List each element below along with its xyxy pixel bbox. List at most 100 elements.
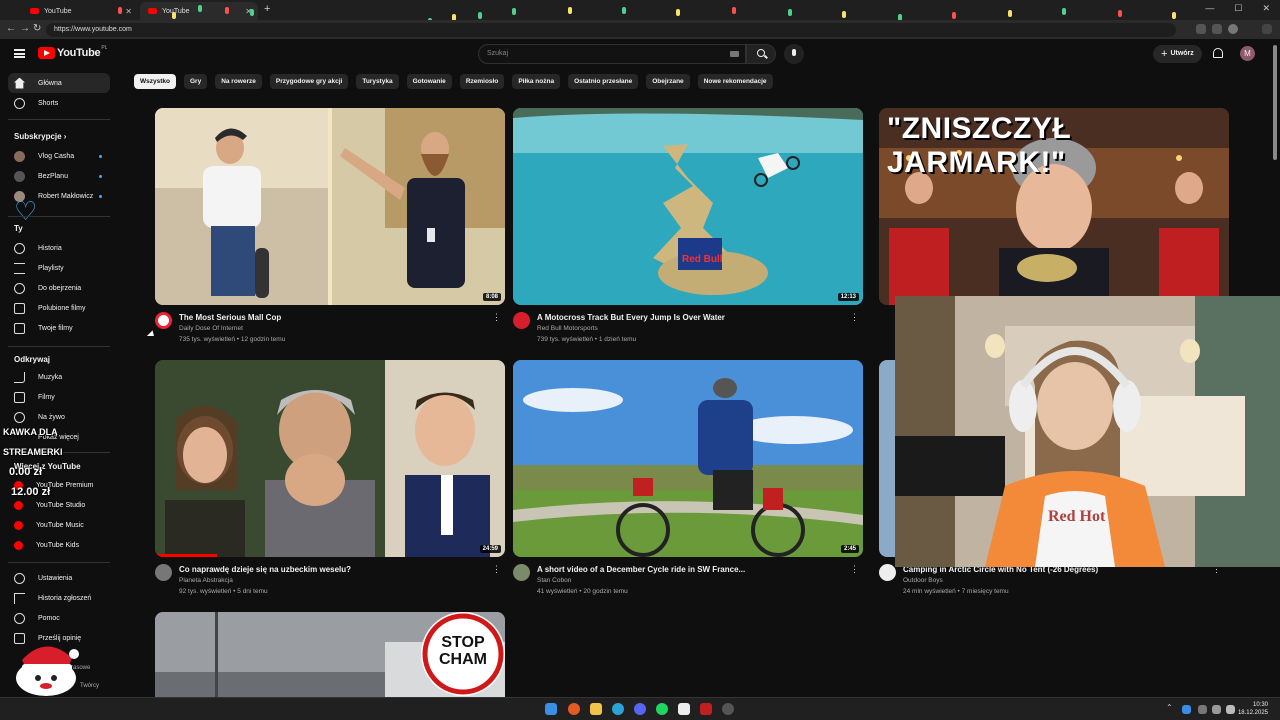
back-arrow-icon[interactable]: ← — [6, 23, 16, 34]
volume-icon[interactable] — [1226, 705, 1235, 714]
sidebar-item-playlists[interactable]: Playlisty — [8, 258, 110, 278]
close-tab-icon[interactable]: ✕ — [125, 7, 132, 16]
video-thumbnail[interactable]: "ZNISZCZYŁ JARMARK!" — [879, 108, 1229, 305]
more-actions-icon[interactable]: ⋮ — [492, 564, 501, 575]
chip-cycling[interactable]: Na rowerze — [215, 74, 262, 89]
tray-app-icon[interactable] — [1182, 705, 1191, 714]
url-field[interactable]: https://www.youtube.com — [46, 23, 1176, 37]
voice-search-mic-icon[interactable] — [784, 44, 804, 64]
edge-browser-icon[interactable] — [612, 703, 624, 715]
notifications-bell-icon[interactable] — [1213, 48, 1223, 58]
video-card[interactable]: Red Bull 12:13 A Motocross Track But Eve… — [513, 108, 863, 352]
video-thumbnail[interactable]: 8:08 — [155, 108, 505, 305]
chip-games[interactable]: Gry — [183, 74, 208, 89]
channel-avatar[interactable] — [155, 564, 172, 581]
video-title[interactable]: Co naprawdę dzieje się na uzbeckim wesel… — [179, 565, 351, 574]
chip-crafts[interactable]: Rzemiosło — [459, 74, 505, 89]
extension-icon[interactable] — [1196, 24, 1206, 34]
channel-avatar[interactable] — [155, 312, 172, 329]
sidebar-item-music-app[interactable]: YouTube Music — [8, 515, 110, 535]
sidebar-item-report-history[interactable]: Historia zgłoszeń — [8, 588, 110, 608]
channel-name[interactable]: Stan Cobon — [537, 577, 571, 584]
channel-avatar[interactable] — [879, 564, 896, 581]
new-tab-button[interactable]: + — [264, 3, 270, 15]
video-title[interactable]: A Motocross Track But Every Jump Is Over… — [537, 313, 725, 322]
sidebar-item-liked[interactable]: Polubione filmy — [8, 298, 110, 318]
reload-icon[interactable]: ↻ — [33, 23, 41, 34]
discord-icon[interactable] — [634, 703, 646, 715]
chip-watched[interactable]: Obejrzane — [646, 74, 690, 89]
file-explorer-icon[interactable] — [590, 703, 602, 715]
browser-menu-icon[interactable] — [1262, 24, 1272, 34]
windows-start-icon[interactable] — [545, 703, 557, 715]
menu-hamburger-icon[interactable] — [14, 49, 25, 58]
profile-icon[interactable] — [1228, 24, 1238, 34]
video-card[interactable]: 24:59 Co naprawdę dzieje się na uzbeckim… — [155, 360, 505, 604]
video-card[interactable]: 8:08 The Most Serious Mall Cop Daily Dos… — [155, 108, 505, 352]
chip-hiking[interactable]: Turystyka — [356, 74, 399, 89]
video-thumbnail[interactable]: Red Bull 12:13 — [513, 108, 863, 305]
search-input[interactable]: Szukaj — [478, 44, 746, 64]
chip-recently-uploaded[interactable]: Ostatnio przesłane — [568, 74, 639, 89]
close-window-icon[interactable]: ✕ — [1262, 3, 1270, 14]
keyboard-icon[interactable] — [730, 51, 739, 57]
sidebar-item-history[interactable]: Historia — [8, 238, 110, 258]
browser-tab-1[interactable]: YouTube ✕ — [22, 2, 138, 20]
notes-icon[interactable] — [678, 703, 690, 715]
account-avatar[interactable]: M — [1240, 46, 1255, 61]
video-card[interactable]: 2:45 A short video of a December Cycle r… — [513, 360, 863, 604]
forward-arrow-icon[interactable]: → — [20, 23, 30, 34]
video-card[interactable]: "ZNISZCZYŁ JARMARK!" — [879, 108, 1229, 305]
streaming-app-icon[interactable] — [700, 703, 712, 715]
chip-new-recommendations[interactable]: Nowe rekomendacje — [697, 74, 773, 89]
channel-name[interactable]: Daily Dose Of Internet — [179, 325, 243, 332]
sidebar-item-home[interactable]: Główna — [8, 73, 110, 93]
video-card[interactable]: STOP CHAM — [155, 612, 505, 697]
minimize-window-icon[interactable]: — — [1205, 3, 1214, 14]
page-scrollbar[interactable] — [1273, 45, 1277, 160]
chip-action-adventure[interactable]: Przygodowe gry akcji — [269, 74, 349, 89]
sidebar-item-movies[interactable]: Filmy — [8, 387, 110, 407]
sidebar-item-subscription[interactable]: BezPlanu — [8, 166, 110, 186]
create-button[interactable]: + Utwórz — [1153, 45, 1202, 63]
search-button[interactable] — [746, 44, 776, 64]
video-thumbnail[interactable]: 2:45 — [513, 360, 863, 557]
channel-avatar[interactable] — [513, 564, 530, 581]
sidebar-item-watch-later[interactable]: Do obejrzenia — [8, 278, 110, 298]
firefox-icon[interactable] — [568, 703, 580, 715]
more-actions-icon[interactable]: ⋮ — [850, 312, 859, 323]
sidebar-item-your-videos[interactable]: Twoje filmy — [8, 318, 110, 338]
spotify-icon[interactable] — [656, 703, 668, 715]
more-actions-icon[interactable]: ⋮ — [492, 312, 501, 323]
channel-avatar[interactable] — [513, 312, 530, 329]
taskbar-clock[interactable]: 10:30 18.12.2025 — [1238, 701, 1268, 717]
channel-name[interactable]: Red Bull Motorsports — [537, 325, 598, 332]
video-title[interactable]: The Most Serious Mall Cop — [179, 313, 281, 322]
tray-app-icon[interactable] — [1198, 705, 1207, 714]
channel-name[interactable]: Planeta Abstrakcja — [179, 577, 233, 584]
sidebar-item-music[interactable]: Muzyka — [8, 367, 110, 387]
sidebar-item-subscription[interactable]: Vlog Casha — [8, 146, 110, 166]
browser-tab-2[interactable]: YouTube ✕ — [140, 2, 258, 20]
youtube-logo[interactable]: YouTube PL — [38, 45, 107, 59]
tray-chevron-icon[interactable]: ⌃ — [1166, 703, 1173, 712]
video-thumbnail[interactable]: 24:59 — [155, 360, 505, 557]
subscriptions-heading[interactable]: Subskrypcje › — [14, 132, 66, 141]
sidebar-item-help[interactable]: Pomoc — [8, 608, 110, 628]
sidebar-item-shorts[interactable]: Shorts — [8, 93, 110, 113]
video-title[interactable]: A short video of a December Cycle ride i… — [537, 565, 745, 574]
chip-all[interactable]: Wszystko — [134, 74, 176, 89]
chip-football[interactable]: Piłka nożna — [512, 74, 561, 89]
channel-name[interactable]: Outdoor Boys — [903, 577, 943, 584]
maximize-window-icon[interactable]: ☐ — [1234, 3, 1242, 14]
you-heading[interactable]: Ty — [14, 224, 23, 233]
close-tab-icon[interactable]: ✕ — [245, 7, 252, 16]
network-icon[interactable] — [1212, 705, 1221, 714]
sidebar-item-settings[interactable]: Ustawienia — [8, 568, 110, 588]
obs-icon[interactable] — [722, 703, 734, 715]
sidebar-item-kids[interactable]: YouTube Kids — [8, 535, 110, 555]
favorites-icon[interactable] — [1212, 24, 1222, 34]
chip-cooking[interactable]: Gotowanie — [406, 74, 452, 89]
video-thumbnail[interactable]: STOP CHAM — [155, 612, 505, 697]
more-actions-icon[interactable]: ⋮ — [850, 564, 859, 575]
